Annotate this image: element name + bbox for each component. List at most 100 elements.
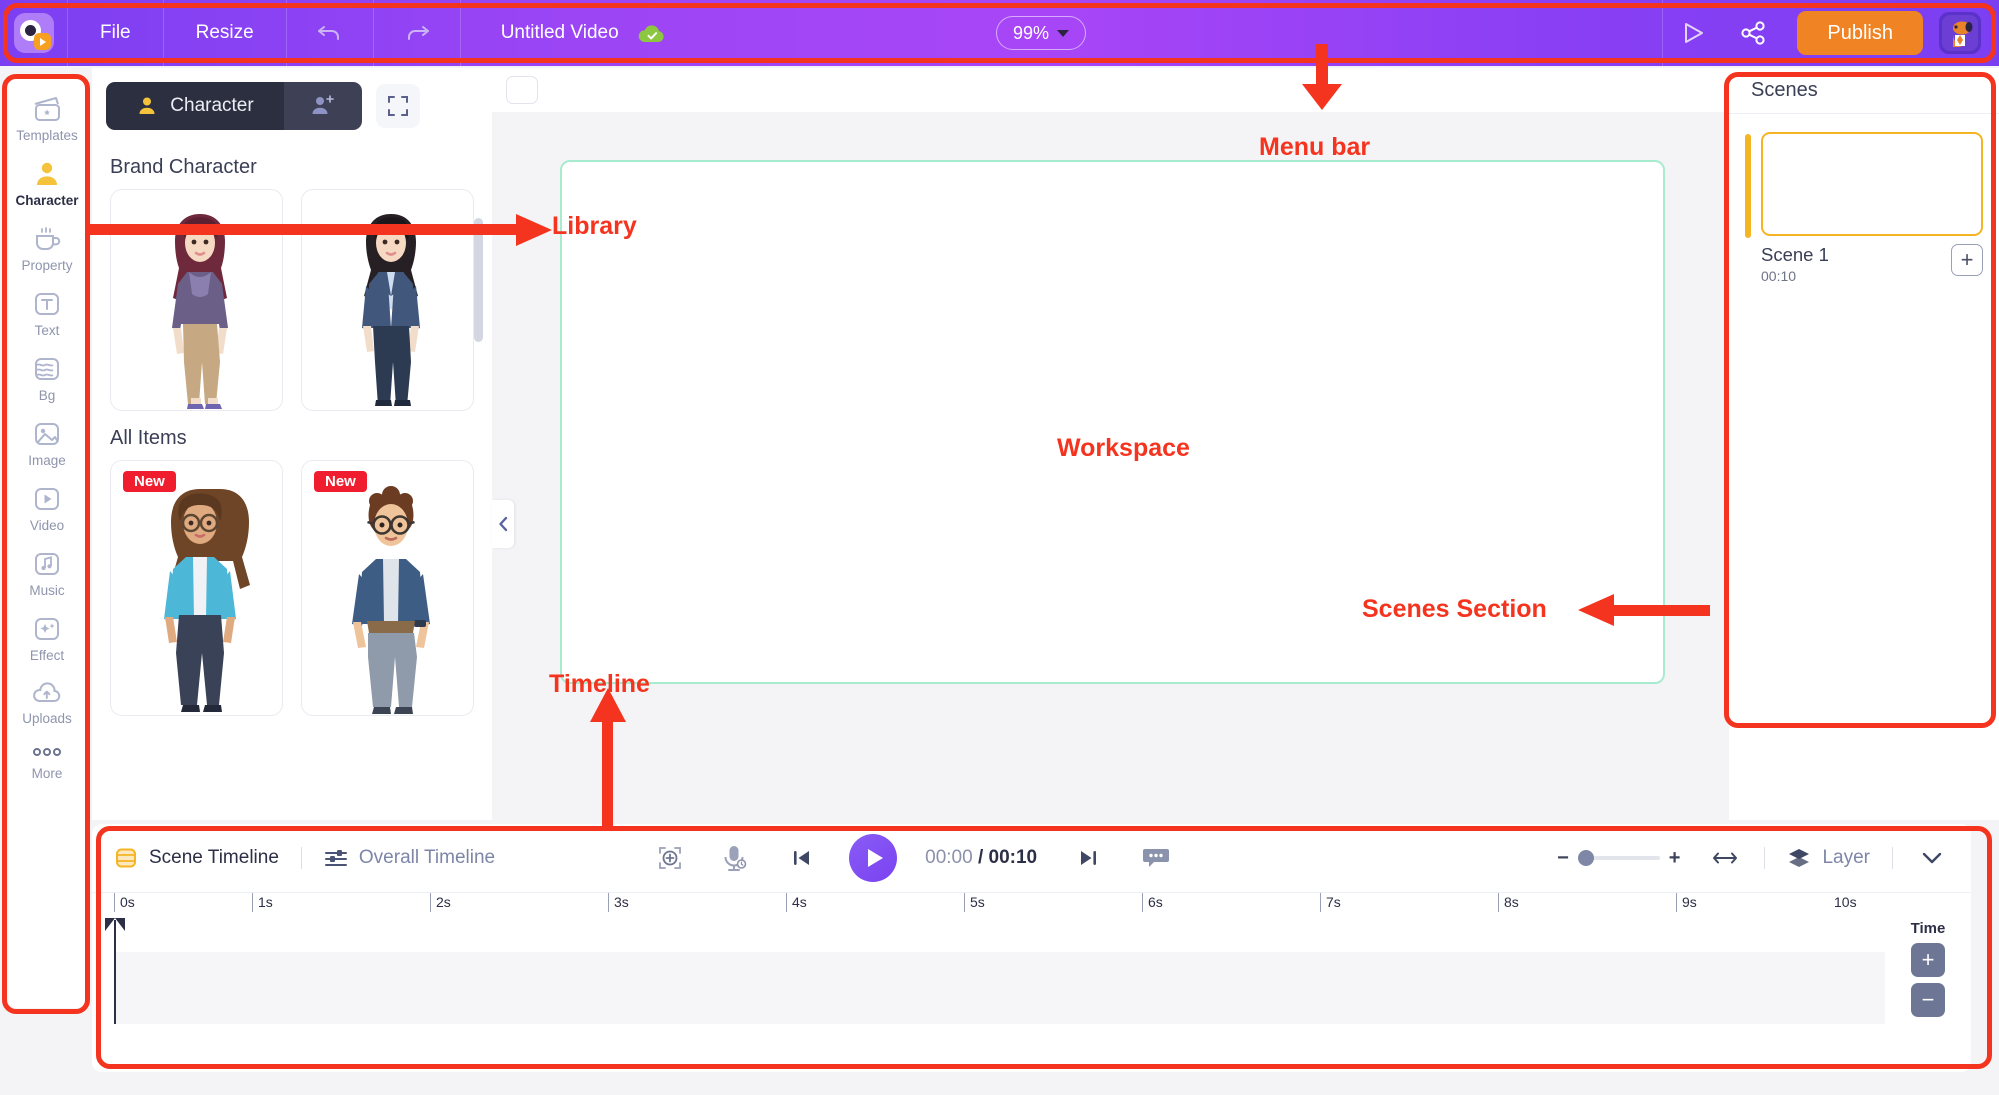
library-header: Character [92, 68, 492, 140]
timeline-ruler[interactable]: 0s 1s 2s 3s 4s 5s 6s 7s 8s 9s 10s [92, 892, 1971, 924]
subtitle-button[interactable] [1139, 841, 1173, 875]
redo-button[interactable] [374, 0, 461, 66]
zoom-slider-knob[interactable] [1577, 850, 1594, 866]
annotation-arrow-library [86, 214, 552, 246]
preview-button[interactable] [1663, 0, 1723, 66]
sidebar-item-label: More [31, 766, 63, 781]
undo-button[interactable] [287, 0, 374, 66]
chevron-down-icon [1057, 29, 1070, 37]
sidebar-item-bg[interactable]: Bg [8, 346, 86, 409]
new-badge: New [123, 471, 176, 492]
layer-label: Layer [1822, 847, 1870, 868]
sidebar-item-image[interactable]: Image [8, 411, 86, 474]
divider [1892, 847, 1893, 869]
person-add-icon [312, 95, 334, 114]
sidebar-item-music[interactable]: Music [8, 541, 86, 604]
sidebar-item-property[interactable]: Property [8, 216, 86, 279]
expand-icon [388, 96, 408, 116]
background-icon [35, 358, 59, 380]
avatar-icon [1942, 15, 1978, 51]
play-preview-icon [1685, 23, 1704, 43]
time-controls: Time + − [1897, 920, 1959, 1017]
property-icon [36, 227, 61, 250]
subtitle-icon [1143, 849, 1170, 867]
menu-bar: File Resize Untitled Video 99% Publish [0, 0, 1999, 66]
sidebar-item-templates[interactable]: Templates [8, 86, 86, 149]
project-title-area[interactable]: Untitled Video [461, 0, 665, 66]
person-icon [139, 97, 155, 114]
redo-icon [407, 26, 429, 40]
timeline-panel: Scene Timeline Overall Timeline 00:00 / … [92, 824, 1971, 1072]
expand-library-button[interactable] [376, 84, 420, 128]
zoom-out-button[interactable]: − [1557, 847, 1569, 870]
workspace-tool-chip[interactable] [506, 76, 538, 104]
publish-button[interactable]: Publish [1797, 11, 1923, 55]
left-tool-rail: Templates Character Property Text Bg Ima… [8, 78, 86, 1008]
more-icon [33, 748, 61, 756]
timeline-playhead[interactable] [105, 918, 125, 1024]
time-controls-label: Time [1910, 920, 1946, 937]
chevron-down-icon [1922, 852, 1942, 864]
annotation-arrow-scenes [1578, 594, 1710, 626]
increase-time-button[interactable]: + [1911, 943, 1945, 977]
app-logo[interactable] [0, 0, 68, 66]
ruler-tick: 9s [1676, 893, 1697, 912]
fit-to-screen-button[interactable] [653, 841, 687, 875]
sidebar-item-text[interactable]: Text [8, 281, 86, 344]
uploads-icon [33, 682, 61, 702]
sidebar-item-label: Effect [29, 648, 65, 663]
timeline-collapse-button[interactable] [1915, 841, 1949, 875]
ruler-tick: 10s [1834, 894, 1857, 910]
ruler-tick: 4s [786, 893, 807, 912]
zoom-in-button[interactable]: + [1669, 847, 1681, 870]
timeline-track-area[interactable] [114, 952, 1885, 1024]
tab-scene-timeline[interactable]: Scene Timeline [114, 846, 279, 870]
zoom-slider-track[interactable] [1577, 850, 1660, 866]
scene-thumbnail[interactable] [1761, 132, 1983, 236]
fit-width-button[interactable] [1708, 841, 1742, 875]
collapse-library-button[interactable] [492, 500, 514, 548]
sidebar-item-effect[interactable]: Effect [8, 606, 86, 669]
music-icon [35, 553, 59, 575]
character-tab-group: Character [106, 82, 362, 130]
record-voice-button[interactable] [717, 841, 751, 875]
ruler-tick: 3s [608, 893, 629, 912]
scene-card[interactable]: Scene 1 00:10 + [1761, 132, 1983, 284]
sidebar-item-character[interactable]: Character [8, 151, 86, 214]
scenes-title: Scenes [1751, 79, 1818, 101]
scene-list: Scene 1 00:10 + [1729, 114, 1999, 284]
library-item[interactable]: New [301, 460, 474, 716]
skip-previous-button[interactable] [785, 841, 819, 875]
sidebar-item-label: Music [29, 583, 65, 598]
menu-resize[interactable]: Resize [164, 0, 287, 66]
play-icon [868, 849, 884, 867]
all-items-grid: New New [92, 460, 492, 716]
skip-next-button[interactable] [1071, 841, 1105, 875]
add-scene-button[interactable]: + [1951, 244, 1983, 276]
annotation-scenes-section: Scenes Section [1362, 595, 1547, 623]
ruler-tick: 6s [1142, 893, 1163, 912]
overall-timeline-icon [324, 850, 347, 866]
sidebar-item-video[interactable]: Video [8, 476, 86, 539]
timeline-zoom-slider[interactable]: − + [1557, 847, 1680, 870]
sidebar-item-more[interactable]: More [8, 734, 86, 787]
current-time: 00:00 [925, 847, 973, 868]
play-button[interactable] [849, 834, 898, 882]
annotation-workspace: Workspace [1057, 434, 1190, 462]
add-character-button[interactable] [284, 82, 362, 130]
scenes-header: Scenes [1729, 68, 1999, 114]
layer-button[interactable]: Layer [1787, 847, 1870, 869]
tab-character[interactable]: Character [106, 82, 284, 130]
sidebar-item-label: Image [28, 453, 66, 468]
tab-character-label: Character [170, 95, 254, 116]
menu-file[interactable]: File [68, 0, 164, 66]
sidebar-item-label: Bg [38, 388, 56, 403]
tab-overall-timeline[interactable]: Overall Timeline [324, 846, 495, 870]
share-button[interactable] [1723, 0, 1783, 66]
project-title: Untitled Video [500, 22, 619, 43]
decrease-time-button[interactable]: − [1911, 983, 1945, 1017]
library-item[interactable]: New [110, 460, 283, 716]
zoom-level-selector[interactable]: 99% [996, 16, 1087, 50]
user-avatar[interactable] [1939, 12, 1981, 54]
sidebar-item-uploads[interactable]: Uploads [8, 671, 86, 732]
